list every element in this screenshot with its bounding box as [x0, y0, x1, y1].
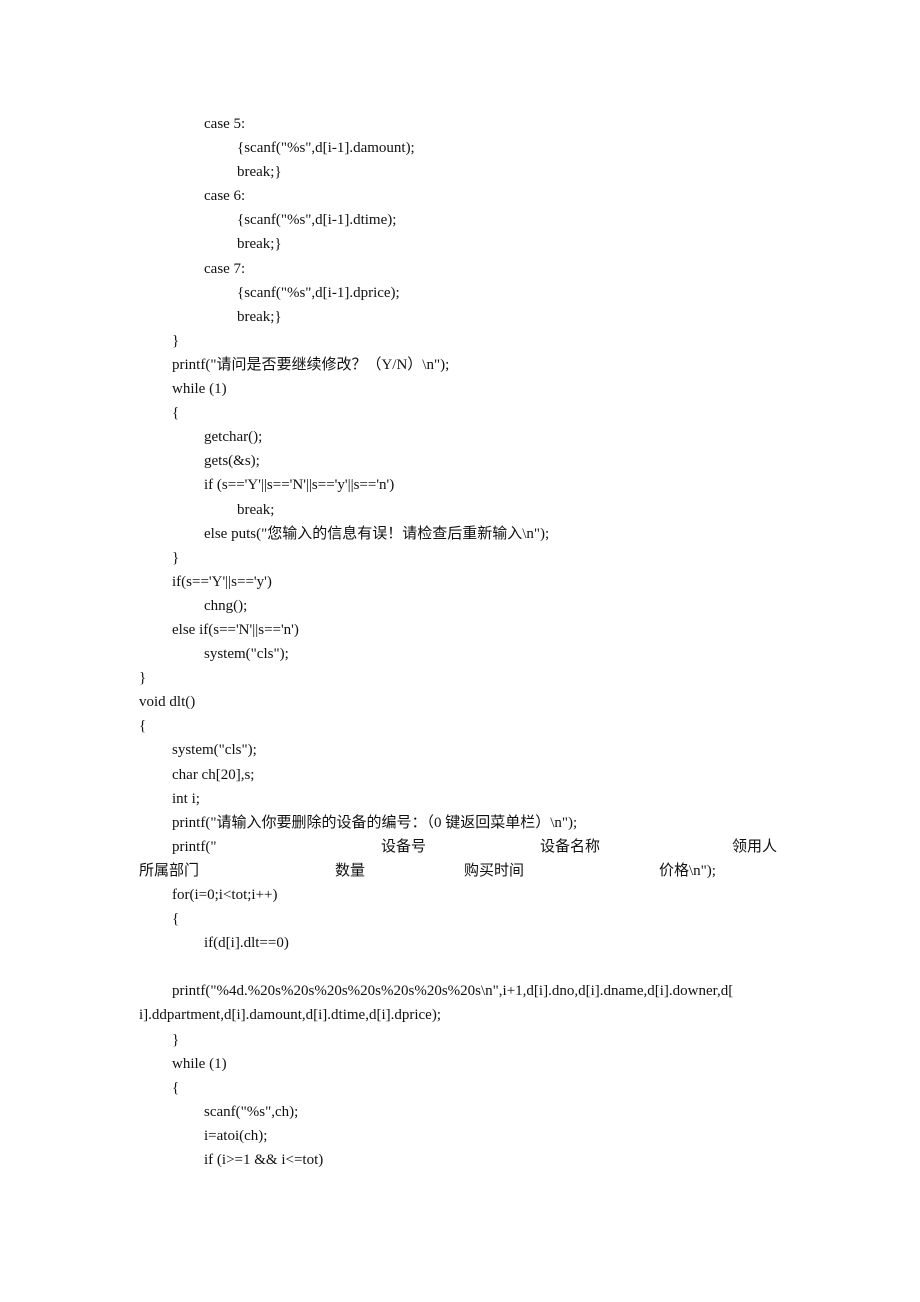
code-line: { — [172, 1079, 180, 1096]
header-col-device-no: 设备号 — [381, 838, 427, 855]
code-line: if (i>=1 && i<=tot) — [204, 1152, 324, 1169]
code-line: {scanf("%s",d[i-1].dprice); — [237, 284, 400, 301]
header-col-price: 价格\n"); — [659, 862, 716, 879]
code-line: while (1) — [172, 1055, 227, 1072]
code-line: i=atoi(ch); — [204, 1127, 268, 1144]
code-line: if(s=='Y'||s=='y') — [172, 573, 272, 590]
code-listing: case 5: {scanf("%s",d[i-1].damount); break… — [0, 112, 920, 1172]
code-line-header-printf-1: printf(" 设备号 设备名称 领用人 — [0, 835, 920, 859]
code-line: else puts("您输入的信息有误！请检查后重新输入\n"); — [204, 525, 550, 542]
code-line: system("cls"); — [204, 646, 289, 663]
code-line: case 5: — [204, 116, 246, 132]
code-line: break;} — [237, 236, 282, 253]
code-line: void dlt() — [139, 694, 196, 711]
code-line: if(d[i].dlt==0) — [204, 935, 289, 952]
code-line: for(i=0;i<tot;i++) — [172, 887, 278, 903]
header-col-device-name: 设备名称 — [540, 838, 601, 855]
code-line: getchar(); — [204, 429, 263, 446]
code-line: case 7: — [204, 260, 246, 277]
header-col-purchase-time: 购买时间 — [464, 862, 525, 879]
code-line: { — [139, 718, 147, 735]
code-line: if (s=='Y'||s=='N'||s=='y'||s=='n') — [204, 477, 395, 494]
code-line: printf("请输入你要删除的设备的编号：（0 键返回菜单栏）\n"); — [172, 814, 578, 831]
code-line: i].ddpartment,d[i].damount,d[i].dtime,d[… — [139, 1007, 441, 1024]
code-line: else if(s=='N'||s=='n') — [172, 621, 299, 638]
code-line: chng(); — [204, 597, 248, 614]
header-col-owner: 领用人 — [732, 838, 778, 855]
document-page: case 5: {scanf("%s",d[i-1].damount); break… — [0, 0, 920, 1302]
code-line: {scanf("%s",d[i-1].dtime); — [237, 212, 397, 229]
code-line-header-printf-2: 所属部门 数量 购买时间 价格\n"); — [0, 859, 920, 883]
code-line: break; — [237, 501, 275, 518]
code-line: int i; — [172, 790, 200, 807]
code-line: } — [172, 549, 180, 566]
code-line: scanf("%s",ch); — [204, 1103, 299, 1120]
code-line: char ch[20],s; — [172, 766, 255, 783]
code-line: break;} — [237, 308, 282, 325]
code-line: system("cls"); — [172, 742, 257, 759]
code-line: } — [139, 670, 147, 687]
code-line: gets(&s); — [204, 453, 260, 470]
code-line: printf("请问是否要继续修改？（Y/N）\n"); — [172, 356, 450, 373]
code-line: case 6: — [204, 188, 246, 205]
code-line: } — [172, 332, 180, 349]
code-line: } — [172, 1031, 180, 1048]
code-line: { — [172, 911, 180, 928]
code-line: break;} — [237, 164, 282, 181]
code-line: { — [172, 405, 180, 422]
header-col-department: 所属部门 — [139, 862, 200, 879]
code-line: {scanf("%s",d[i-1].damount); — [237, 140, 415, 157]
printf-prefix: printf(" — [172, 838, 217, 855]
code-line: printf("%4d.%20s%20s%20s%20s%20s%20s%20s… — [172, 983, 734, 1000]
header-col-amount: 数量 — [335, 862, 366, 879]
code-line: while (1) — [172, 381, 227, 398]
